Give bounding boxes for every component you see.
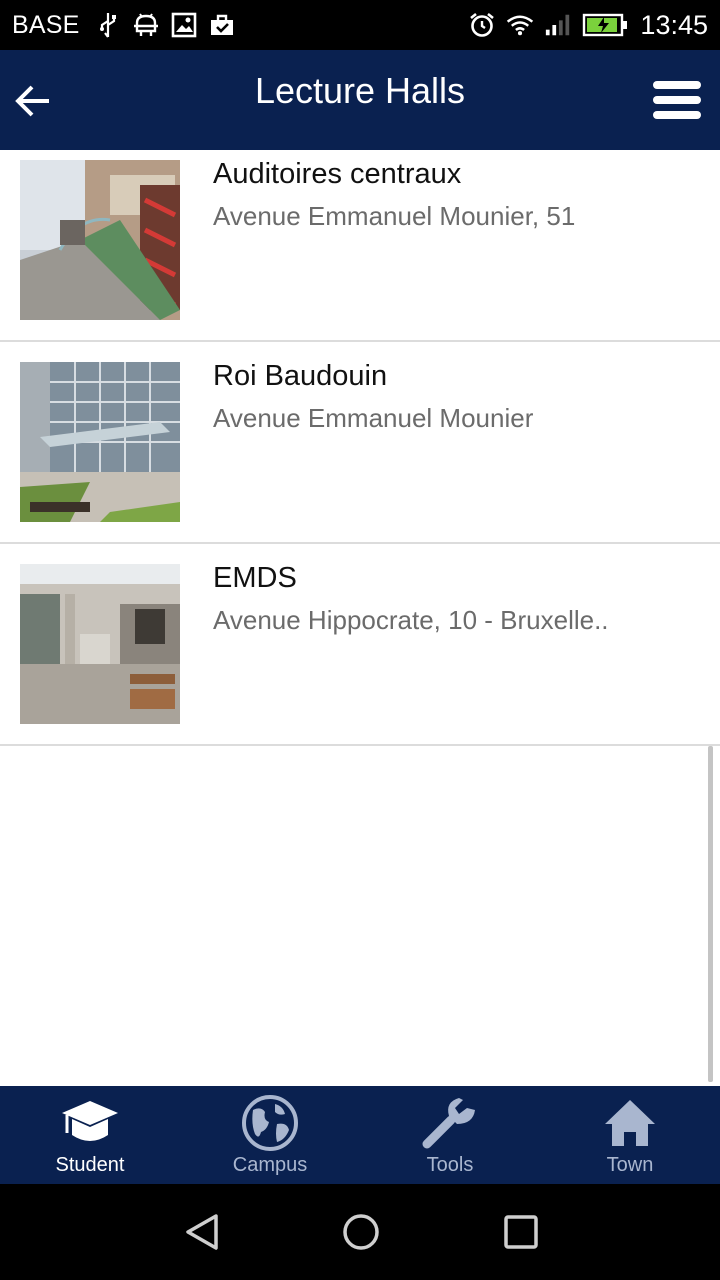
hall-address: Avenue Hippocrate, 10 - Bruxelle.. [213,605,609,635]
tab-town[interactable]: Town [540,1086,720,1184]
hall-name: Roi Baudouin [213,360,388,392]
page-title: Lecture Halls [254,70,466,111]
home-icon [600,1094,660,1152]
hall-photo [20,564,180,724]
alarm-icon [468,11,496,39]
list-item-auditoires-centraux[interactable]: Auditoires centraux Avenue Emmanuel Moun… [0,150,720,342]
wifi-icon [506,11,534,39]
tab-student[interactable]: Student [0,1086,180,1184]
system-navigation-bar [0,1184,720,1280]
globe-icon [240,1094,300,1152]
status-bar-right: 13:45 [468,0,708,50]
android-debug-icon [132,11,160,39]
status-bar-left: BASE [12,0,236,50]
hall-name: Auditoires centraux [213,158,462,190]
system-home-button[interactable] [341,1212,381,1252]
usb-icon [94,11,122,39]
menu-button[interactable] [650,76,706,124]
hall-address: Avenue Emmanuel Mounier, 51 [213,201,576,231]
hamburger-menu-icon [653,81,701,119]
list-item-emds[interactable]: EMDS Avenue Hippocrate, 10 - Bruxelle.. [0,544,720,746]
tab-label: Town [606,1154,654,1176]
tab-campus[interactable]: Campus [180,1086,360,1184]
hall-name: EMDS [213,562,297,594]
battery-charging-icon [582,11,628,39]
tab-label: Campus [232,1154,308,1176]
scrollbar[interactable] [708,746,713,1082]
tab-tools[interactable]: Tools [360,1086,540,1184]
wrench-icon [420,1094,480,1152]
bottom-navigation: Student Campus Tools Town [0,1086,720,1184]
graduation-cap-icon [60,1094,120,1152]
signal-icon [544,11,572,39]
clock: 13:45 [640,9,708,40]
lecture-hall-list: Auditoires centraux Avenue Emmanuel Moun… [0,150,720,746]
list-item-roi-baudouin[interactable]: Roi Baudouin Avenue Emmanuel Mounier [0,342,720,544]
briefcase-check-icon [208,11,236,39]
image-icon [170,11,198,39]
tab-label: Student [55,1154,125,1176]
carrier-name: BASE [12,10,80,39]
back-icon [186,1214,218,1250]
status-bar: BASE 13:45 [0,0,720,50]
tab-label: Tools [426,1154,474,1176]
hall-photo [20,160,180,320]
system-back-button[interactable] [182,1212,222,1252]
system-recents-button[interactable] [501,1212,541,1252]
recents-icon [504,1215,538,1249]
home-circle-icon [343,1214,379,1250]
app-bar: Lecture Halls [0,50,720,150]
hall-photo [20,362,180,522]
hall-address: Avenue Emmanuel Mounier [213,403,534,433]
